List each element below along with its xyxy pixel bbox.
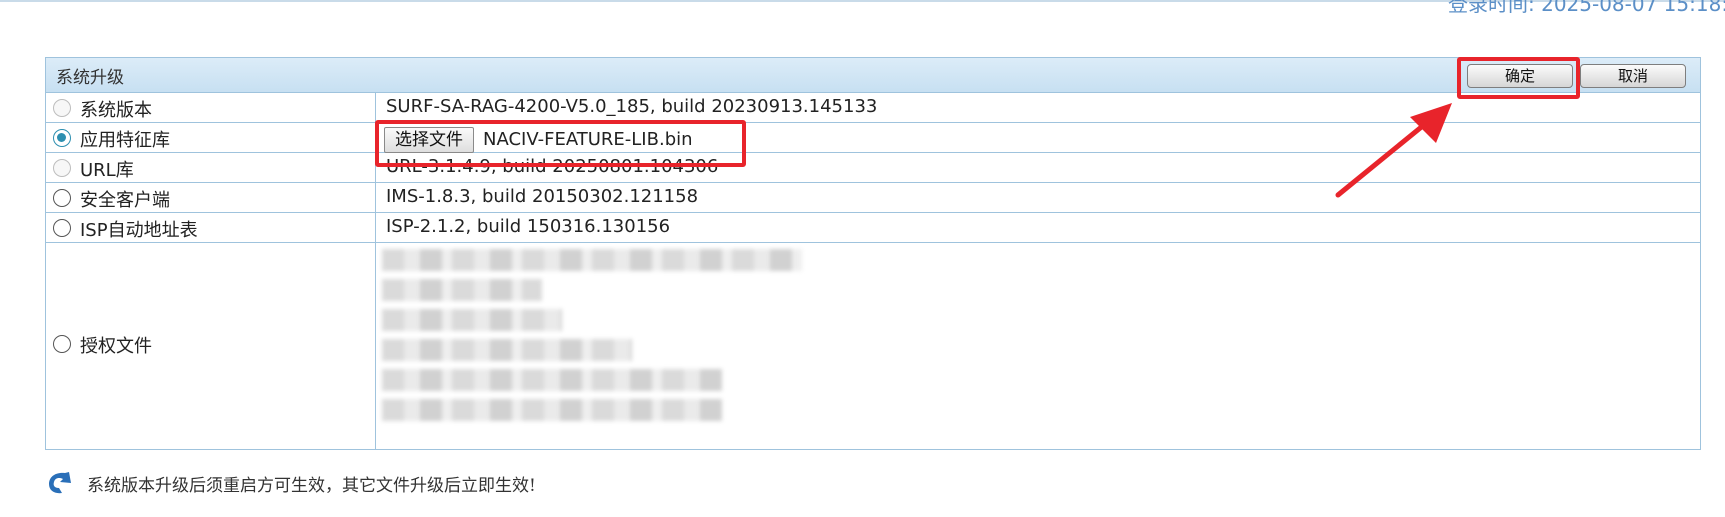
row-value: URL-3.1.4.9, build 20250801.104306 — [386, 156, 719, 177]
row-label: 安全客户端 — [80, 190, 170, 211]
row-isp-table: ISP自动地址表 ISP-2.1.2, build 150316.130156 — [46, 213, 1700, 243]
radio-url-lib[interactable] — [53, 159, 71, 177]
row-label: URL库 — [80, 160, 134, 181]
radio-license-file[interactable] — [53, 335, 71, 353]
radio-isp-table[interactable] — [53, 219, 71, 237]
row-value: ISP-2.1.2, build 150316.130156 — [386, 216, 671, 237]
row-label: 授权文件 — [80, 336, 152, 357]
choose-file-button[interactable]: 选择文件 — [384, 126, 474, 153]
redacted-license-info — [382, 245, 802, 421]
row-value: IMS-1.8.3, build 20150302.121158 — [386, 186, 699, 207]
row-label: 应用特征库 — [80, 130, 170, 151]
row-label: ISP自动地址表 — [80, 220, 198, 241]
selected-file-name: NACIV-FEATURE-LIB.bin — [483, 129, 693, 150]
login-time-text: 登录时间: 2025-08-07 15:18:04 — [1448, 0, 1725, 16]
panel-header: 系统升级 确定 取消 — [46, 58, 1700, 93]
panel-title: 系统升级 — [56, 68, 124, 88]
info-arrow-icon — [49, 472, 71, 494]
radio-security-client[interactable] — [53, 189, 71, 207]
ok-button[interactable]: 确定 — [1467, 64, 1573, 88]
file-input[interactable]: 选择文件 NACIV-FEATURE-LIB.bin — [384, 126, 693, 153]
upgrade-note-text: 系统版本升级后须重启方可生效，其它文件升级后立即生效! — [87, 475, 536, 496]
row-license-file: 授权文件 — [46, 243, 1700, 449]
row-label: 系统版本 — [80, 100, 152, 121]
annotation-arrow-icon — [1335, 103, 1452, 198]
radio-feature-lib[interactable] — [53, 129, 71, 147]
cancel-button[interactable]: 取消 — [1580, 64, 1686, 88]
radio-system-version[interactable] — [53, 99, 71, 117]
upgrade-note: 系统版本升级后须重启方可生效，其它文件升级后立即生效! — [45, 469, 536, 497]
row-value: SURF-SA-RAG-4200-V5.0_185, build 2023091… — [386, 96, 878, 117]
